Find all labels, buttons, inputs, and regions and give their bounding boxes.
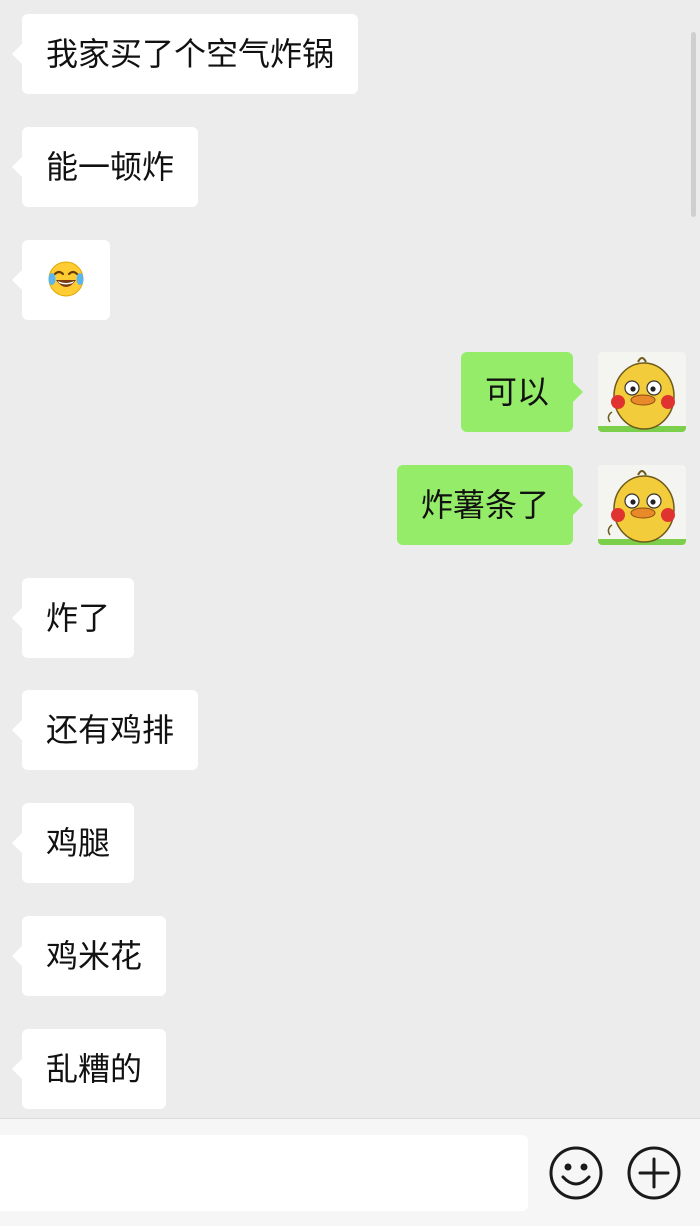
message-bubble-incoming[interactable]: 能一顿炸 <box>11 127 199 207</box>
avatar[interactable] <box>598 352 686 432</box>
message-bubble-incoming[interactable]: 还有鸡排 <box>11 690 199 770</box>
chat-screen: 我家买了个空气炸锅 能一顿炸 可以 炸薯条了 炸了 还有鸡排 鸡腿 鸡米花 乱糟… <box>0 0 700 1226</box>
message-text: 炸了 <box>46 599 111 637</box>
message-text: 还有鸡排 <box>46 711 175 749</box>
message-bubble-incoming[interactable] <box>12 240 110 320</box>
message-list[interactable]: 我家买了个空气炸锅 能一顿炸 可以 炸薯条了 炸了 还有鸡排 鸡腿 鸡米花 乱糟… <box>0 0 700 1118</box>
message-text: 我家买了个空气炸锅 <box>46 35 335 73</box>
message-bubble-incoming[interactable]: 鸡米花 <box>11 916 167 996</box>
plus-circle-icon <box>627 1146 681 1200</box>
duck-avatar-icon <box>598 357 686 432</box>
message-bubble-incoming[interactable]: 炸了 <box>11 578 135 658</box>
input-bar <box>0 1118 700 1226</box>
smiley-icon <box>549 1146 603 1200</box>
duck-avatar-icon <box>598 470 686 545</box>
message-input[interactable] <box>0 1135 528 1211</box>
message-text: 能一顿炸 <box>46 148 175 186</box>
message-text: 乱糟的 <box>46 1050 143 1088</box>
avatar[interactable] <box>598 465 686 545</box>
more-button[interactable] <box>626 1145 682 1201</box>
message-text: 鸡米花 <box>46 937 143 975</box>
message-bubble-incoming[interactable]: 我家买了个空气炸锅 <box>11 14 359 94</box>
message-text: 鸡腿 <box>46 824 111 862</box>
face-with-tears-of-joy-icon <box>48 261 84 297</box>
scrollbar[interactable] <box>691 32 696 217</box>
emoji-button[interactable] <box>548 1145 604 1201</box>
message-text: 可以 <box>484 373 549 411</box>
message-bubble-outgoing[interactable]: 可以 <box>460 352 584 432</box>
message-bubble-incoming[interactable]: 乱糟的 <box>11 1029 167 1109</box>
message-text: 炸薯条了 <box>420 486 549 524</box>
message-bubble-incoming[interactable]: 鸡腿 <box>11 803 135 883</box>
message-bubble-outgoing[interactable]: 炸薯条了 <box>396 465 584 545</box>
